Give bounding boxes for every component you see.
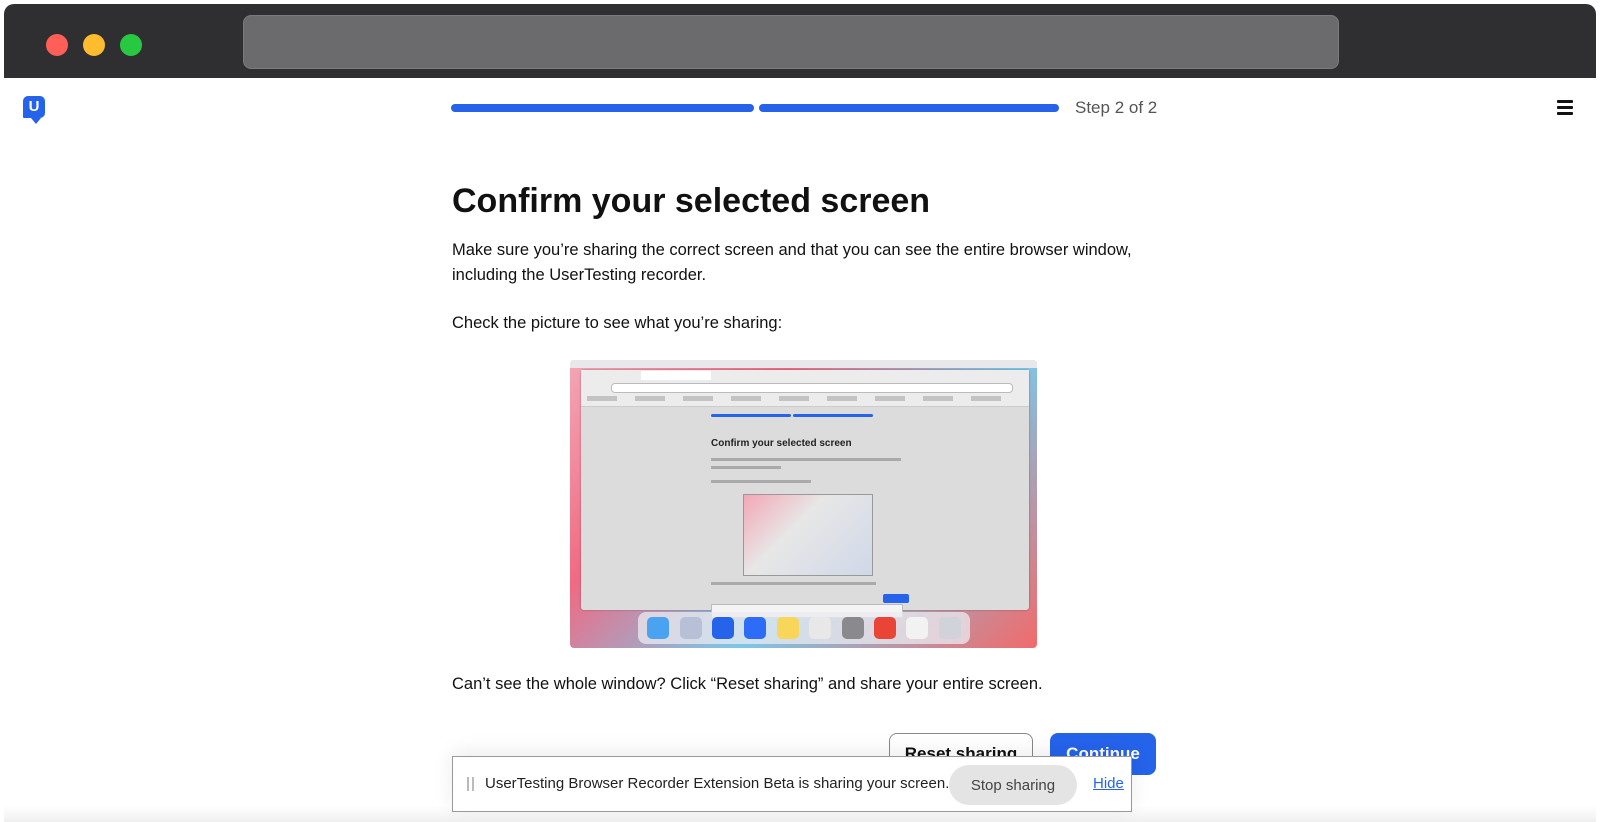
page-title: Confirm your selected screen	[452, 182, 931, 220]
sharing-message: UserTesting Browser Recorder Extension B…	[485, 775, 950, 792]
usertesting-logo-icon: U	[23, 96, 45, 124]
notes-icon	[776, 617, 799, 639]
preview-continue-button	[883, 594, 909, 603]
launchpad-icon	[679, 617, 702, 639]
preview-browser-chrome	[581, 370, 1029, 407]
system-settings-icon	[841, 617, 864, 639]
textedit-icon	[906, 617, 929, 639]
preview-progress-2	[793, 414, 873, 417]
slack-icon	[809, 617, 832, 639]
preview-progress-1	[711, 414, 791, 417]
close-window-button[interactable]	[46, 34, 68, 56]
preview-menubar	[570, 360, 1037, 368]
page-content: U Step 2 of 2 Confirm your selected scre…	[4, 78, 1596, 822]
preview-nested-thumbnail	[743, 494, 873, 576]
finder-icon	[647, 617, 670, 639]
browser-title-bar	[4, 4, 1596, 78]
preview-tab	[641, 371, 711, 380]
minimize-window-button[interactable]	[83, 34, 105, 56]
address-bar[interactable]	[243, 15, 1339, 69]
reset-hint-text: Can’t see the whole window? Click “Reset…	[452, 675, 1043, 693]
check-picture-text: Check the picture to see what you’re sha…	[452, 314, 783, 332]
drag-handle-icon[interactable]	[467, 777, 475, 791]
progress-segment-2	[759, 104, 1059, 112]
zoom-window-button[interactable]	[120, 34, 142, 56]
screen-share-preview-image: Confirm your selected screen	[570, 360, 1037, 648]
progress-segment-1	[451, 104, 754, 112]
preview-browser-window: Confirm your selected screen	[581, 370, 1029, 618]
preview-text-line	[711, 582, 876, 585]
preview-bookmarks-bar	[587, 396, 1017, 401]
stop-sharing-button[interactable]: Stop sharing	[949, 765, 1077, 805]
hamburger-menu-icon[interactable]	[1557, 100, 1573, 116]
instructions-text: Make sure you’re sharing the correct scr…	[452, 241, 1132, 284]
hide-link[interactable]: Hide	[1093, 775, 1124, 792]
preview-text-line	[711, 480, 811, 483]
preview-text-line	[711, 458, 901, 461]
preview-title: Confirm your selected screen	[711, 438, 852, 449]
chrome-icon	[873, 617, 896, 639]
preview-dock	[638, 612, 970, 644]
trash-icon	[938, 617, 961, 639]
screen-sharing-notification-bar: UserTesting Browser Recorder Extension B…	[452, 756, 1132, 812]
step-indicator: Step 2 of 2	[1075, 98, 1158, 117]
preview-address-bar	[611, 383, 1013, 393]
zoom-app-icon	[744, 617, 767, 639]
usertesting-app-icon	[711, 617, 734, 639]
preview-text-line	[711, 466, 781, 469]
